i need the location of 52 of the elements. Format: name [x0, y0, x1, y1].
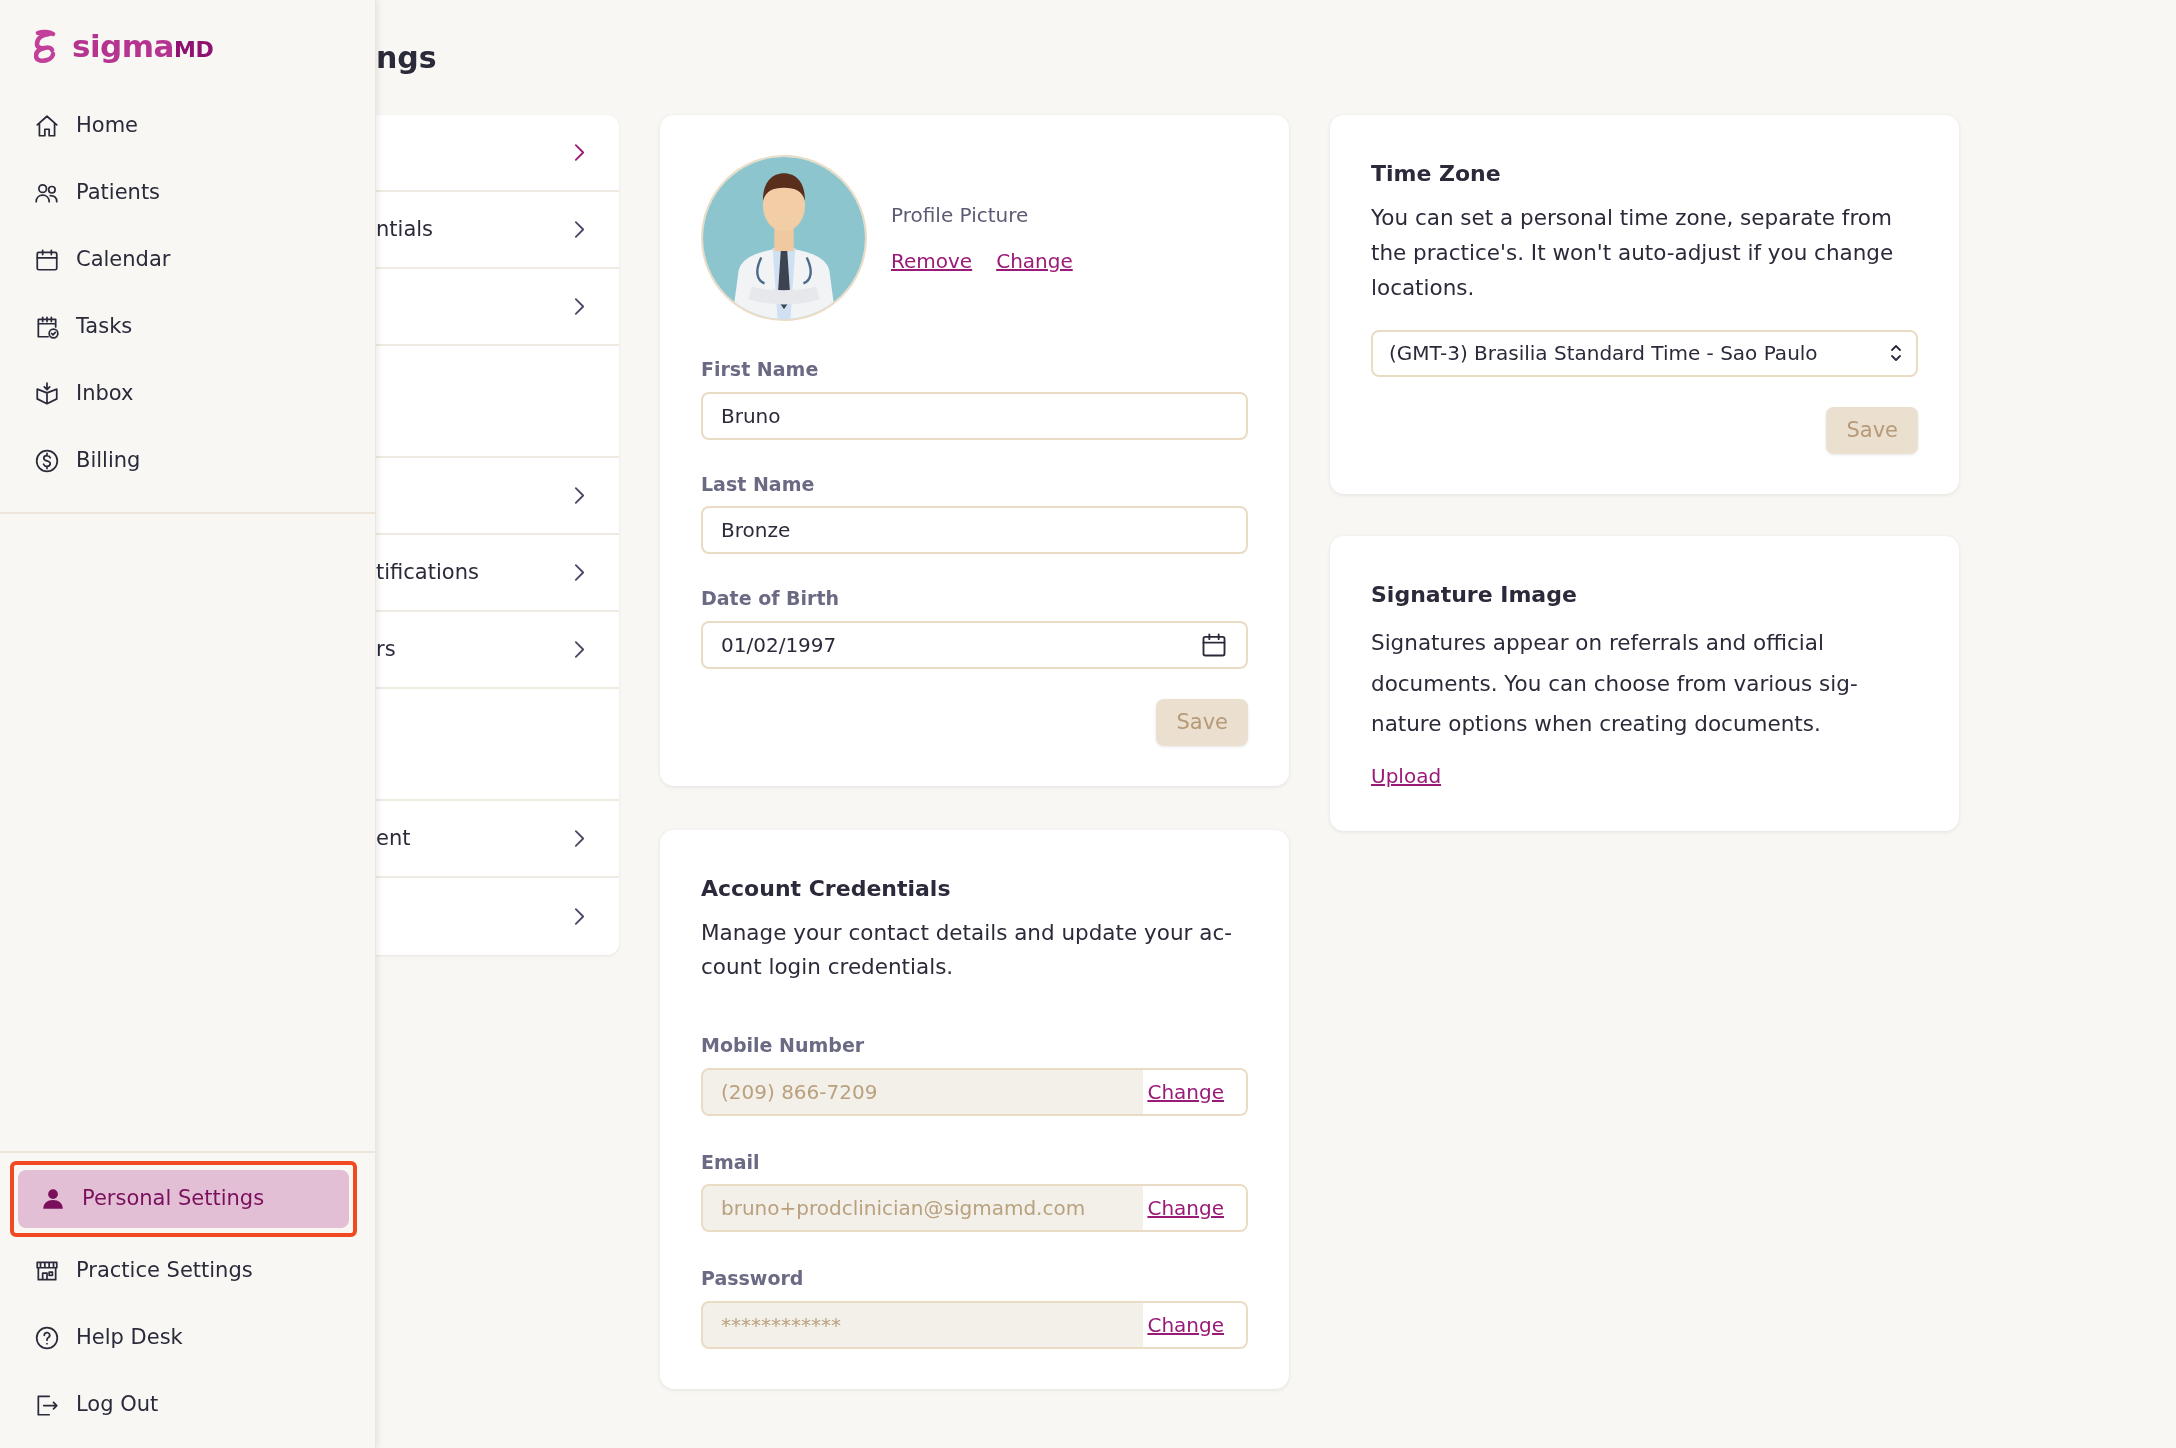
page-title: ngs: [376, 40, 438, 77]
date-field[interactable]: 01/02/1997: [701, 620, 1248, 669]
chevron-right-icon[interactable]: [574, 829, 585, 848]
chevron-right-icon[interactable]: [574, 486, 585, 505]
logo-icon: [34, 29, 58, 63]
nav-item[interactable]: Calendar: [0, 226, 375, 293]
field-label: First Name: [701, 357, 820, 382]
card-description: Signatures appear on referrals and official documents. You can choose from various sig-nature options when creating documents.: [1371, 628, 1859, 739]
chevron-right-icon[interactable]: [574, 563, 585, 582]
chevron-right-icon[interactable]: [574, 220, 585, 239]
chevron-right-icon[interactable]: [574, 907, 585, 926]
card-title: Signature Image: [1371, 582, 1578, 609]
nav-item[interactable]: Inbox: [0, 360, 375, 427]
field-label: Email: [701, 1149, 761, 1175]
field-label: Password: [701, 1266, 805, 1291]
field-label: Last Name: [701, 471, 816, 497]
nav-item[interactable]: Help Desk: [0, 1304, 357, 1371]
chevron-right-icon[interactable]: [574, 297, 585, 316]
nav-item[interactable]: Billing: [0, 427, 375, 494]
help-icon: [34, 1324, 60, 1351]
nav-item[interactable]: Home: [0, 92, 375, 159]
input-field[interactable]: Bronze: [701, 506, 1248, 554]
calendar-icon: [34, 246, 60, 273]
chevron-right-icon[interactable]: [574, 640, 585, 659]
box-icon: [34, 380, 60, 407]
nav-item[interactable]: Practice Settings: [0, 1237, 357, 1304]
nav-item[interactable]: Patients: [0, 159, 375, 226]
nav-item[interactable]: Log Out: [0, 1371, 357, 1438]
menu-item-label[interactable]: tifications: [376, 556, 479, 589]
profile-picture-label: Profile Picture: [891, 202, 1030, 229]
field-label: Date of Birth: [701, 586, 841, 611]
person-icon: [40, 1186, 66, 1212]
menu-item-label[interactable]: ent: [376, 822, 411, 855]
logo-text: sigmaMD: [72, 26, 214, 66]
card-description: Manage your contact details and update your ac-count login credentials.: [701, 919, 1233, 981]
remove-link[interactable]: Remove: [891, 246, 973, 276]
upload-link[interactable]: Upload: [1371, 764, 1442, 789]
card-title: Time Zone: [1371, 161, 1502, 188]
calendar-check-icon: [34, 313, 60, 340]
nav-item[interactable]: Tasks: [0, 293, 375, 360]
chevron-right-icon[interactable]: [574, 143, 585, 162]
card-description: You can set a personal time zone, separate from the practice's. It won't auto-adjust if you change locations.: [1371, 204, 1895, 303]
card-title: Account Credentials: [701, 876, 952, 903]
nav-item[interactable]: Personal Settings: [18, 1170, 349, 1228]
field-label: Mobile Number: [701, 1033, 866, 1058]
time-zone-select[interactable]: (GMT-3) Brasilia Standard Time - Sao Paulo: [1371, 329, 1918, 377]
change-link[interactable]: Change: [996, 246, 1073, 276]
menu-item-label[interactable]: ntials: [376, 213, 434, 246]
up-down-icon: [1890, 343, 1902, 364]
dollar-icon: [34, 447, 60, 474]
input-field[interactable]: Bruno: [701, 391, 1248, 440]
menu-item-label[interactable]: rs: [376, 633, 396, 666]
